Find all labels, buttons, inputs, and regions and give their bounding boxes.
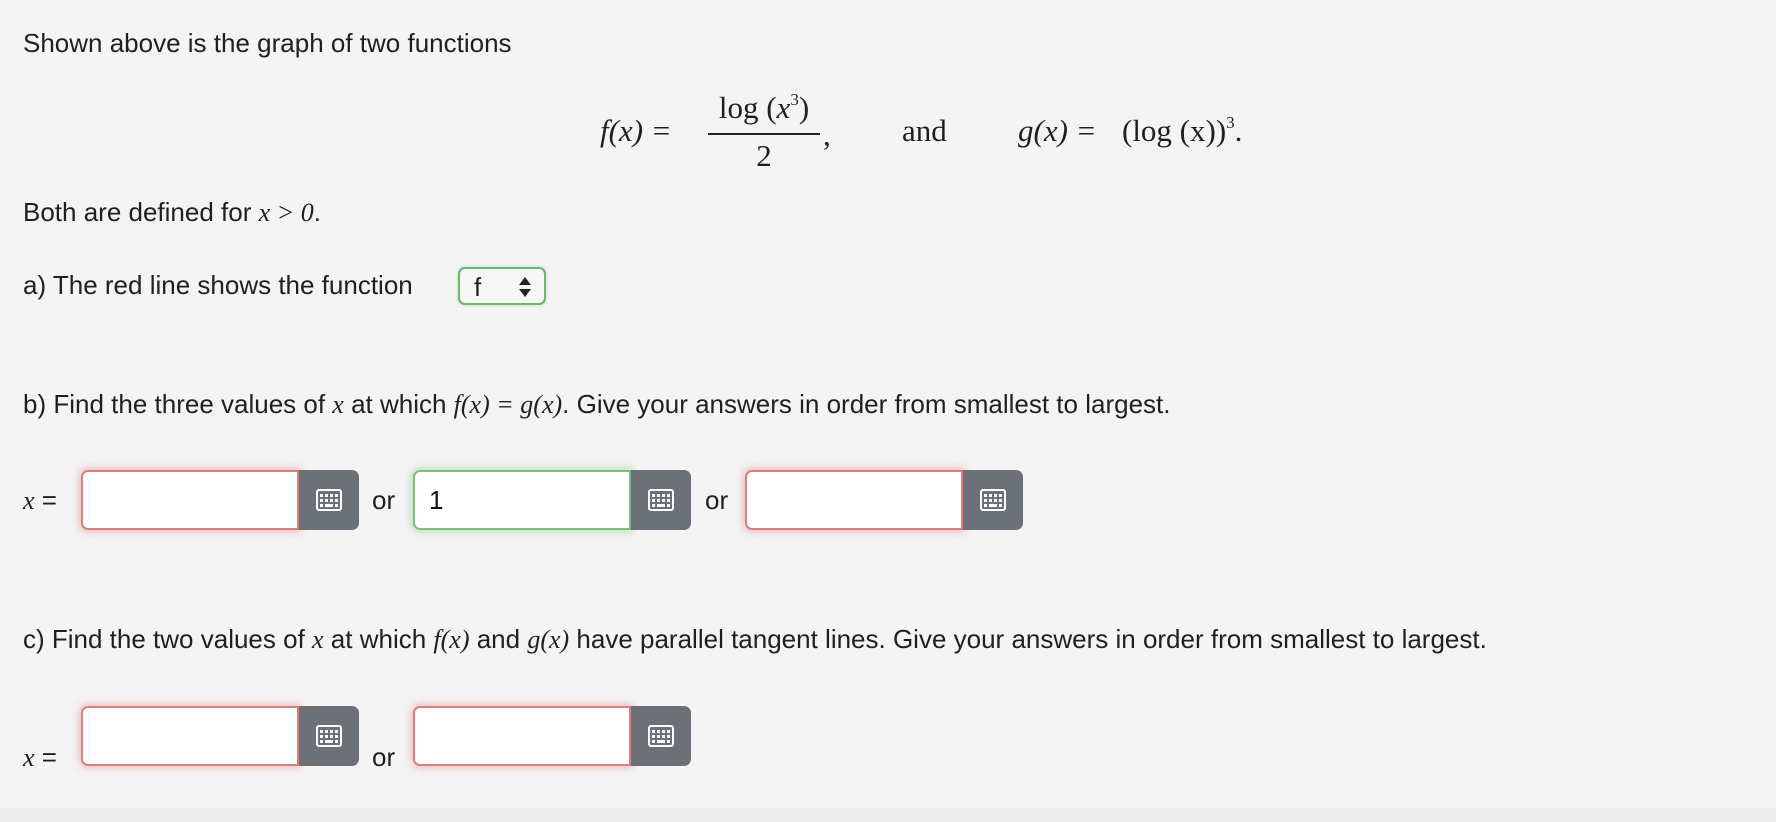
keypad-grid-icon [648,489,674,511]
f-lhs: f(x) = [600,113,672,148]
part-c-answer-1-input[interactable] [81,706,299,766]
or-label: or [372,742,396,772]
part-b-answer-1 [81,470,359,530]
or-label: or [705,485,729,515]
part-b-answer-3-keypad-button[interactable] [963,470,1023,530]
f-numerator: log (x3) [718,90,810,125]
part-c-answer-2-input[interactable] [413,706,631,766]
part-b-answer-3 [745,470,1023,530]
comma: , [823,117,831,152]
part-b-question: b) Find the three values of x at which f… [23,389,1171,419]
intro-text: Shown above is the graph of two function… [23,28,512,58]
function-select[interactable]: f [458,267,546,305]
and-word: and [902,113,947,148]
part-c-answer-2 [413,706,691,766]
part-b-answer-3-input[interactable] [745,470,963,530]
part-b-answer-2: 1 [413,470,691,530]
keypad-grid-icon [980,489,1006,511]
keypad-grid-icon [648,725,674,747]
function-definitions: f(x) = log (x3) 2 , and g(x) = (log (x))… [0,84,1776,174]
part-c-answer-1 [81,706,359,766]
part-c-answer-1-keypad-button[interactable] [299,706,359,766]
keypad-grid-icon [316,725,342,747]
f-fraction: log (x3) 2 [708,90,820,173]
bottom-strip [0,808,1776,822]
g-body: (log (x))3. [1122,113,1243,148]
part-b-x-label: x = [23,485,57,515]
part-c-question: c) Find the two values of x at which f(x… [23,624,1487,654]
part-c-x-label: x = [23,742,57,772]
up-down-arrows-icon [519,277,531,297]
fraction-bar [708,133,820,135]
part-b-answer-2-keypad-button[interactable] [631,470,691,530]
keypad-grid-icon [316,489,342,511]
part-b-answer-2-input[interactable]: 1 [413,470,631,530]
part-b-answer-1-keypad-button[interactable] [299,470,359,530]
f-denominator: 2 [756,138,772,173]
part-b-answer-1-input[interactable] [81,470,299,530]
select-value: f [474,272,482,302]
part-c-answer-2-keypad-button[interactable] [631,706,691,766]
part-a-question: a) The red line shows the function [23,270,413,300]
or-label: or [372,485,396,515]
g-lhs: g(x) = [1018,113,1097,148]
domain-note: Both are defined for x > 0. [23,197,321,227]
